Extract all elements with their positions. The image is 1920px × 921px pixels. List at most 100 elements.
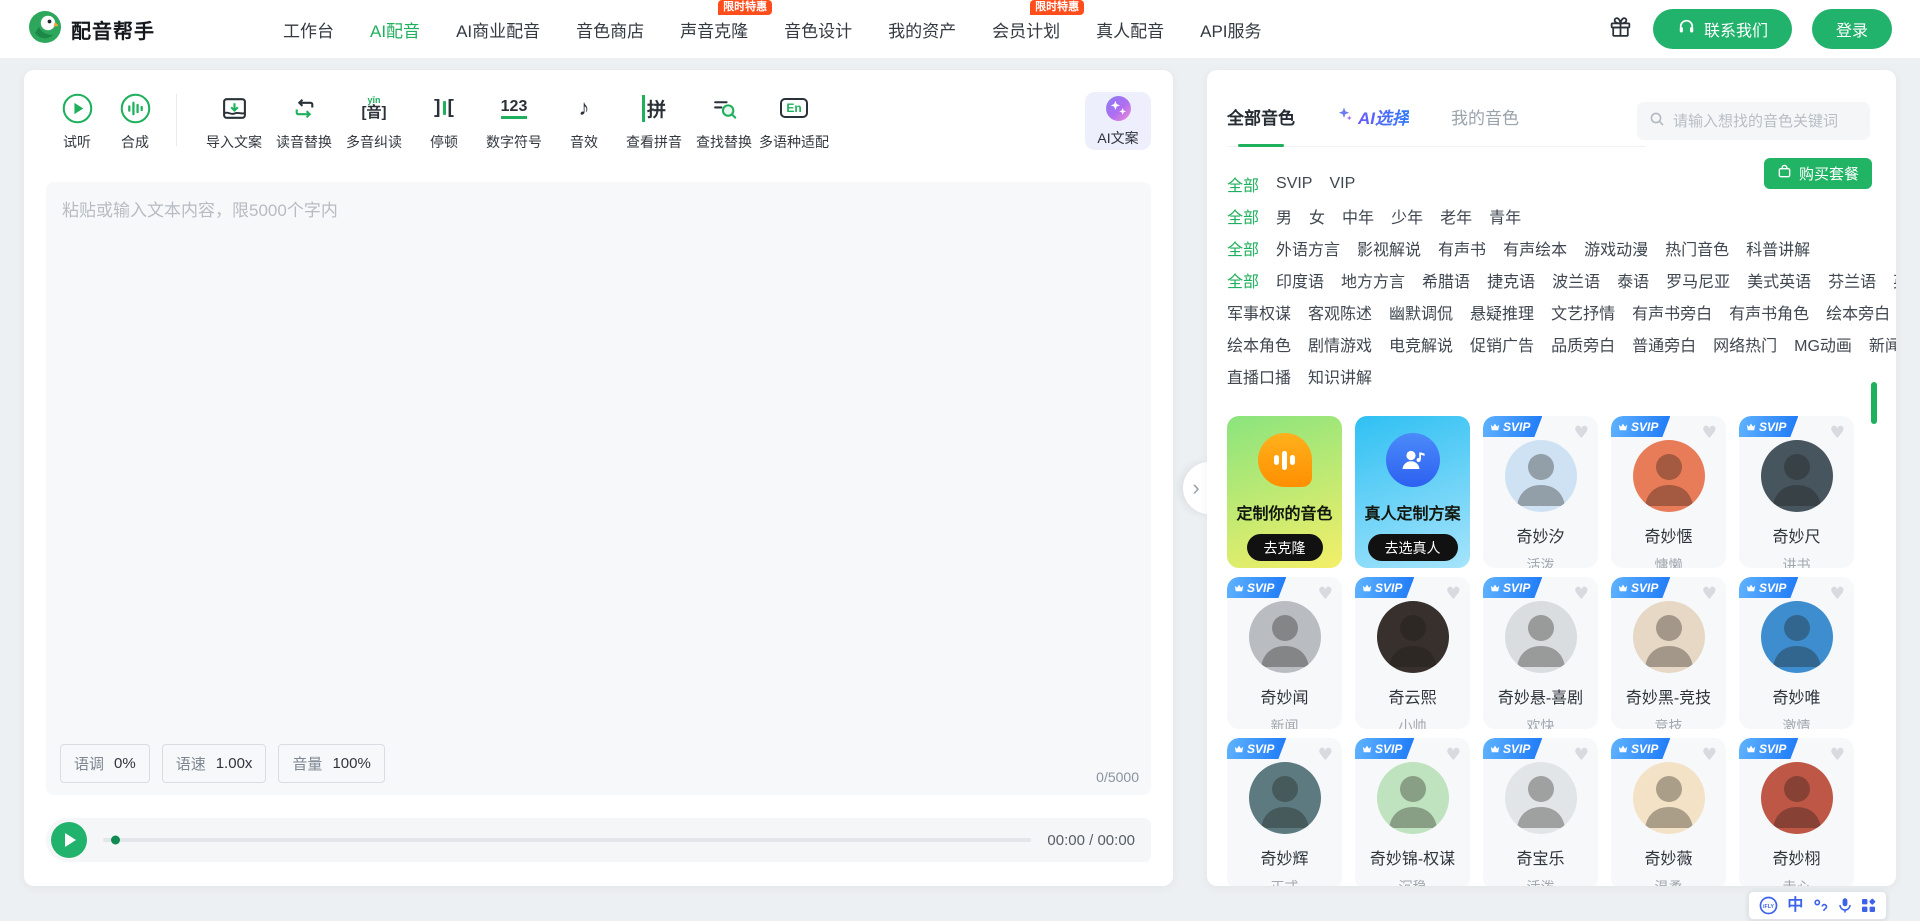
filter-全部[interactable]: 全部 <box>1227 268 1259 292</box>
tool-number-symbol[interactable]: 123数字符号 <box>479 92 549 152</box>
filter-有声绘本[interactable]: 有声绘本 <box>1503 236 1567 260</box>
favorite-heart-icon[interactable]: ♥ <box>1446 584 1461 604</box>
filter-电竞解说[interactable]: 电竞解说 <box>1389 332 1453 356</box>
voice-card-奇妙薇[interactable]: SVIP♥奇妙薇温柔 <box>1611 738 1726 886</box>
filter-捷克语[interactable]: 捷克语 <box>1487 268 1535 292</box>
voice-card-奇妙尺[interactable]: SVIP♥奇妙尺讲书 <box>1739 416 1854 568</box>
filter-MG动画[interactable]: MG动画 <box>1794 332 1852 356</box>
filter-罗马尼亚[interactable]: 罗马尼亚 <box>1666 268 1730 292</box>
filter-少年[interactable]: 少年 <box>1391 204 1423 228</box>
favorite-heart-icon[interactable]: ♥ <box>1830 745 1845 765</box>
filter-直播口播[interactable]: 直播口播 <box>1227 364 1291 388</box>
filter-品质旁白[interactable]: 品质旁白 <box>1551 332 1615 356</box>
favorite-heart-icon[interactable]: ♥ <box>1830 423 1845 443</box>
favorite-heart-icon[interactable]: ♥ <box>1574 745 1589 765</box>
filter-芬兰语[interactable]: 芬兰语 <box>1828 268 1876 292</box>
filter-有声书[interactable]: 有声书 <box>1438 236 1486 260</box>
favorite-heart-icon[interactable]: ♥ <box>1574 584 1589 604</box>
voice-card-奇妙黑-竞技[interactable]: SVIP♥奇妙黑-竞技竞技 <box>1611 577 1726 729</box>
filter-美式英语[interactable]: 美式英语 <box>1747 268 1811 292</box>
favorite-heart-icon[interactable]: ♥ <box>1830 584 1845 604</box>
filter-客观陈述[interactable]: 客观陈述 <box>1308 300 1372 324</box>
filter-泰语[interactable]: 泰语 <box>1617 268 1649 292</box>
promo-action-button[interactable]: 去选真人 <box>1368 534 1458 561</box>
tool-pronunciation-replace[interactable]: 读音替换 <box>269 92 339 152</box>
tool-preview[interactable]: 试听 <box>48 92 106 152</box>
tool-find-replace[interactable]: 查找替换 <box>689 92 759 152</box>
filter-有声书角色[interactable]: 有声书角色 <box>1729 300 1809 324</box>
filter-绘本角色[interactable]: 绘本角色 <box>1227 332 1291 356</box>
nav-item-AI配音[interactable]: AI配音 <box>370 17 420 42</box>
filter-SVIP[interactable]: SVIP <box>1276 175 1312 193</box>
tool-view-pinyin[interactable]: 拼查看拼音 <box>619 92 689 152</box>
scrollbar-thumb[interactable] <box>1871 382 1877 424</box>
filter-VIP[interactable]: VIP <box>1329 175 1355 193</box>
filter-网络热门[interactable]: 网络热门 <box>1713 332 1777 356</box>
favorite-heart-icon[interactable]: ♥ <box>1574 423 1589 443</box>
filter-热门音色[interactable]: 热门音色 <box>1665 236 1729 260</box>
filter-男[interactable]: 男 <box>1276 204 1292 228</box>
nav-item-会员计划[interactable]: 会员计划限时特惠 <box>992 17 1060 42</box>
filter-青年[interactable]: 青年 <box>1489 204 1521 228</box>
voice-search-input[interactable] <box>1673 113 1858 130</box>
favorite-heart-icon[interactable]: ♥ <box>1318 745 1333 765</box>
voice-card-奇妙闻[interactable]: SVIP♥奇妙闻新闻 <box>1227 577 1342 729</box>
nav-item-我的资产[interactable]: 我的资产 <box>888 17 956 42</box>
voice-card-奇宝乐[interactable]: SVIP♥奇宝乐活泼 <box>1483 738 1598 886</box>
tool-sound-effect[interactable]: ♪音效 <box>549 92 619 152</box>
tab-AI选择[interactable]: AI选择 <box>1337 104 1409 129</box>
filter-希腊语[interactable]: 希腊语 <box>1422 268 1470 292</box>
voice-search-box[interactable] <box>1637 102 1870 140</box>
filter-悬疑推理[interactable]: 悬疑推理 <box>1470 300 1534 324</box>
voice-card-奇妙栩[interactable]: SVIP♥奇妙栩走心 <box>1739 738 1854 886</box>
voice-card-奇妙辉[interactable]: SVIP♥奇妙辉正式 <box>1227 738 1342 886</box>
text-input-area[interactable]: 粘贴或输入文本内容，限5000个字内 语调 0% 语速 1.00x 音量 100… <box>46 182 1151 795</box>
login-button[interactable]: 登录 <box>1812 9 1892 49</box>
filter-外语方言[interactable]: 外语方言 <box>1276 236 1340 260</box>
filter-军事权谋[interactable]: 军事权谋 <box>1227 300 1291 324</box>
ai-copy-button[interactable]: AI文案 <box>1085 92 1151 150</box>
tool-multilingual[interactable]: En多语种适配 <box>759 92 829 152</box>
filter-波兰语[interactable]: 波兰语 <box>1552 268 1600 292</box>
tool-pause[interactable]: ][停顿 <box>409 92 479 152</box>
voice-card-奇妙惬[interactable]: SVIP♥奇妙惬慵懒 <box>1611 416 1726 568</box>
nav-item-声音克隆[interactable]: 声音克隆限时特惠 <box>680 17 748 42</box>
volume-control[interactable]: 音量 100% <box>278 744 384 783</box>
promo-card-真人定制方案[interactable]: 真人定制方案去选真人 <box>1355 416 1470 568</box>
filter-有声书旁白[interactable]: 有声书旁白 <box>1632 300 1712 324</box>
brand[interactable]: 配音帮手 <box>28 10 155 49</box>
nav-item-工作台[interactable]: 工作台 <box>283 17 334 42</box>
filter-游戏动漫[interactable]: 游戏动漫 <box>1584 236 1648 260</box>
favorite-heart-icon[interactable]: ♥ <box>1446 745 1461 765</box>
filter-促销广告[interactable]: 促销广告 <box>1470 332 1534 356</box>
voice-card-奇妙悬-喜剧[interactable]: SVIP♥奇妙悬-喜剧欢快 <box>1483 577 1598 729</box>
player-seek-knob[interactable] <box>111 836 120 845</box>
filter-普通旁白[interactable]: 普通旁白 <box>1632 332 1696 356</box>
filter-影视解说[interactable]: 影视解说 <box>1357 236 1421 260</box>
filter-地方方言[interactable]: 地方方言 <box>1341 268 1405 292</box>
filter-新闻主播[interactable]: 新闻主播 <box>1869 332 1896 356</box>
filter-剧情游戏[interactable]: 剧情游戏 <box>1308 332 1372 356</box>
filter-知识讲解[interactable]: 知识讲解 <box>1308 364 1372 388</box>
speed-control[interactable]: 语速 1.00x <box>162 744 267 783</box>
nav-item-API服务[interactable]: API服务 <box>1200 17 1261 42</box>
contact-us-button[interactable]: 联系我们 <box>1653 9 1792 49</box>
ime-punctuation-icon[interactable] <box>1813 898 1828 913</box>
player-seek-bar[interactable] <box>103 838 1031 842</box>
favorite-heart-icon[interactable]: ♥ <box>1702 423 1717 443</box>
pitch-control[interactable]: 语调 0% <box>60 744 150 783</box>
filter-科普讲解[interactable]: 科普讲解 <box>1746 236 1810 260</box>
nav-item-AI商业配音[interactable]: AI商业配音 <box>456 17 540 42</box>
filter-文艺抒情[interactable]: 文艺抒情 <box>1551 300 1615 324</box>
filter-全部[interactable]: 全部 <box>1227 236 1259 260</box>
filter-女[interactable]: 女 <box>1309 204 1325 228</box>
favorite-heart-icon[interactable]: ♥ <box>1318 584 1333 604</box>
filter-幽默调侃[interactable]: 幽默调侃 <box>1389 300 1453 324</box>
ime-language-toggle[interactable]: 中 <box>1787 898 1803 914</box>
ime-apps-grid-icon[interactable] <box>1861 898 1876 913</box>
voice-card-奇云熙[interactable]: SVIP♥奇云熙小帅 <box>1355 577 1470 729</box>
promo-card-定制你的音色[interactable]: 定制你的音色去克隆 <box>1227 416 1342 568</box>
filter-中年[interactable]: 中年 <box>1342 204 1374 228</box>
voice-card-奇妙汐[interactable]: SVIP♥奇妙汐活泼 <box>1483 416 1598 568</box>
favorite-heart-icon[interactable]: ♥ <box>1702 584 1717 604</box>
